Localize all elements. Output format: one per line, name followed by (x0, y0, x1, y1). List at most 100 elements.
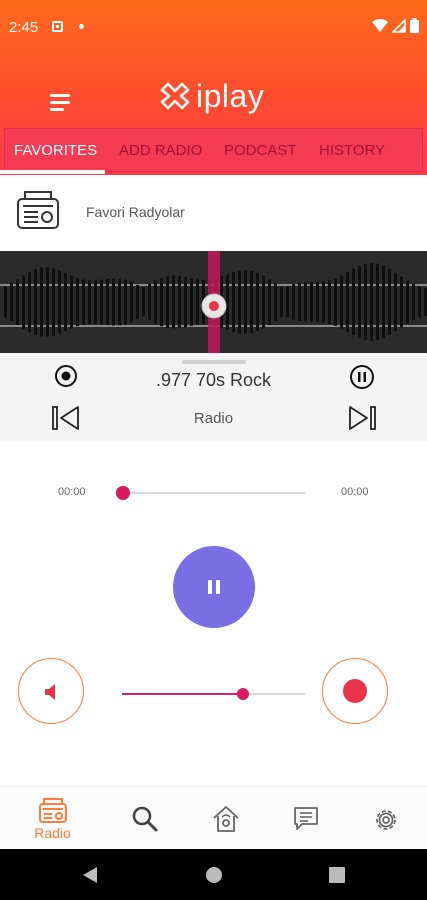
status-indicators (372, 18, 419, 33)
waveform-bar (34, 269, 37, 335)
app-header: 2:45 iplay FAVORITES ADD RADIO PODCAST H… (0, 0, 427, 175)
nav-search[interactable] (103, 787, 188, 850)
seek-bar[interactable] (122, 492, 305, 494)
chat-icon (294, 807, 318, 830)
gear-icon (376, 810, 396, 830)
waveform-bar (100, 279, 103, 325)
waveform-bar (250, 270, 253, 334)
nav-home[interactable] (184, 787, 269, 850)
notification-dot-icon (79, 24, 84, 29)
waveform-bar (46, 267, 49, 337)
waveform-bar (28, 271, 31, 333)
tab-favorites[interactable]: FAVORITES (14, 142, 107, 159)
waveform-bar (94, 280, 97, 324)
waveform-bar (388, 268, 391, 336)
iplay-logo-icon (160, 82, 190, 110)
sim-icon (52, 21, 63, 32)
waveform-bar (106, 278, 109, 326)
waveform-bar (82, 279, 85, 325)
waveform-bar (412, 283, 415, 321)
tab-podcast[interactable]: PODCAST (224, 142, 307, 159)
waveform-bar (382, 265, 385, 339)
waveform-bar (370, 263, 373, 341)
tab-active-indicator (0, 170, 105, 174)
waveform-bar (358, 265, 361, 339)
waveform-bar (232, 272, 235, 332)
waveform-bar (400, 276, 403, 328)
waveform-bar (130, 281, 133, 323)
waveform-bar (190, 278, 193, 326)
record-button[interactable] (322, 658, 388, 724)
volume-button[interactable] (18, 658, 84, 724)
volume-fill (122, 693, 243, 695)
menu-bar-icon (50, 94, 70, 97)
waveform-bar (244, 270, 247, 334)
recents-icon[interactable] (329, 867, 345, 883)
waveform-bar (238, 270, 241, 334)
radio-icon (17, 191, 59, 229)
waveform-bar (286, 286, 289, 318)
waveform-bar (166, 276, 169, 328)
waveform-bar (178, 275, 181, 329)
volume-thumb[interactable] (236, 688, 249, 700)
nav-messages[interactable] (264, 787, 349, 850)
nav-settings[interactable] (342, 787, 427, 850)
waveform-bar (142, 287, 145, 317)
audio-waveform[interactable] (0, 251, 427, 353)
waveform-bar (148, 283, 151, 321)
signal-icon (392, 18, 406, 33)
waveform-bar (172, 275, 175, 329)
status-bar: 2:45 (0, 0, 427, 54)
system-navigation-bar (0, 849, 427, 900)
waveform-bar (262, 275, 265, 329)
home-icon (213, 805, 239, 832)
waveform-bar (88, 280, 91, 324)
nav-radio[interactable]: Radio (10, 787, 95, 850)
skip-next-icon[interactable] (347, 405, 377, 431)
waveform-bar (256, 272, 259, 332)
waveform-bar (376, 263, 379, 341)
drag-handle[interactable] (182, 360, 246, 364)
waveform-bar (268, 279, 271, 325)
tab-add-radio[interactable]: ADD RADIO (119, 142, 212, 159)
home-circle-icon[interactable] (205, 866, 223, 884)
tab-bar: FAVORITES ADD RADIO PODCAST HISTORY (4, 128, 423, 172)
waveform-bar (70, 275, 73, 329)
waveform-bar (322, 281, 325, 323)
radio-icon (39, 798, 67, 823)
favorites-label: Favori Radyolar (86, 204, 185, 220)
waveform-bar (298, 282, 301, 322)
waveform-bar (406, 280, 409, 324)
favorites-list-item[interactable] (0, 175, 427, 250)
waveform-bar (226, 274, 229, 330)
waveform-bar (304, 282, 307, 322)
pause-button[interactable] (173, 546, 255, 628)
tab-history[interactable]: HISTORY (319, 142, 395, 159)
waveform-bar (310, 282, 313, 322)
waveform-bar (40, 267, 43, 337)
waveform-bar (52, 268, 55, 336)
waveform-bar (22, 275, 25, 329)
seek-thumb[interactable] (116, 486, 130, 500)
pause-circle-icon[interactable] (349, 364, 375, 390)
record-dot-icon (343, 679, 367, 703)
total-time: 00:00 (341, 486, 369, 498)
menu-bar-icon (50, 101, 70, 104)
speaker-icon (45, 684, 55, 700)
app-logo: iplay (160, 76, 264, 116)
back-icon[interactable] (82, 866, 98, 884)
waveform-bar (274, 283, 277, 321)
waveform-bar (346, 272, 349, 332)
waveform-bar (160, 277, 163, 327)
menu-bar-icon (50, 108, 64, 111)
current-time: 00:00 (58, 486, 86, 498)
status-time: 2:45 (9, 19, 39, 36)
waveform-bar (340, 275, 343, 329)
waveform-bar (280, 286, 283, 318)
app-screen: 2:45 iplay FAVORITES ADD RADIO PODCAST H… (0, 0, 427, 900)
waveform-bar (58, 270, 61, 334)
nav-radio-label: Radio (34, 825, 71, 841)
menu-button[interactable] (50, 94, 72, 112)
waveform-bar (112, 278, 115, 326)
waveform-bar (316, 282, 319, 322)
